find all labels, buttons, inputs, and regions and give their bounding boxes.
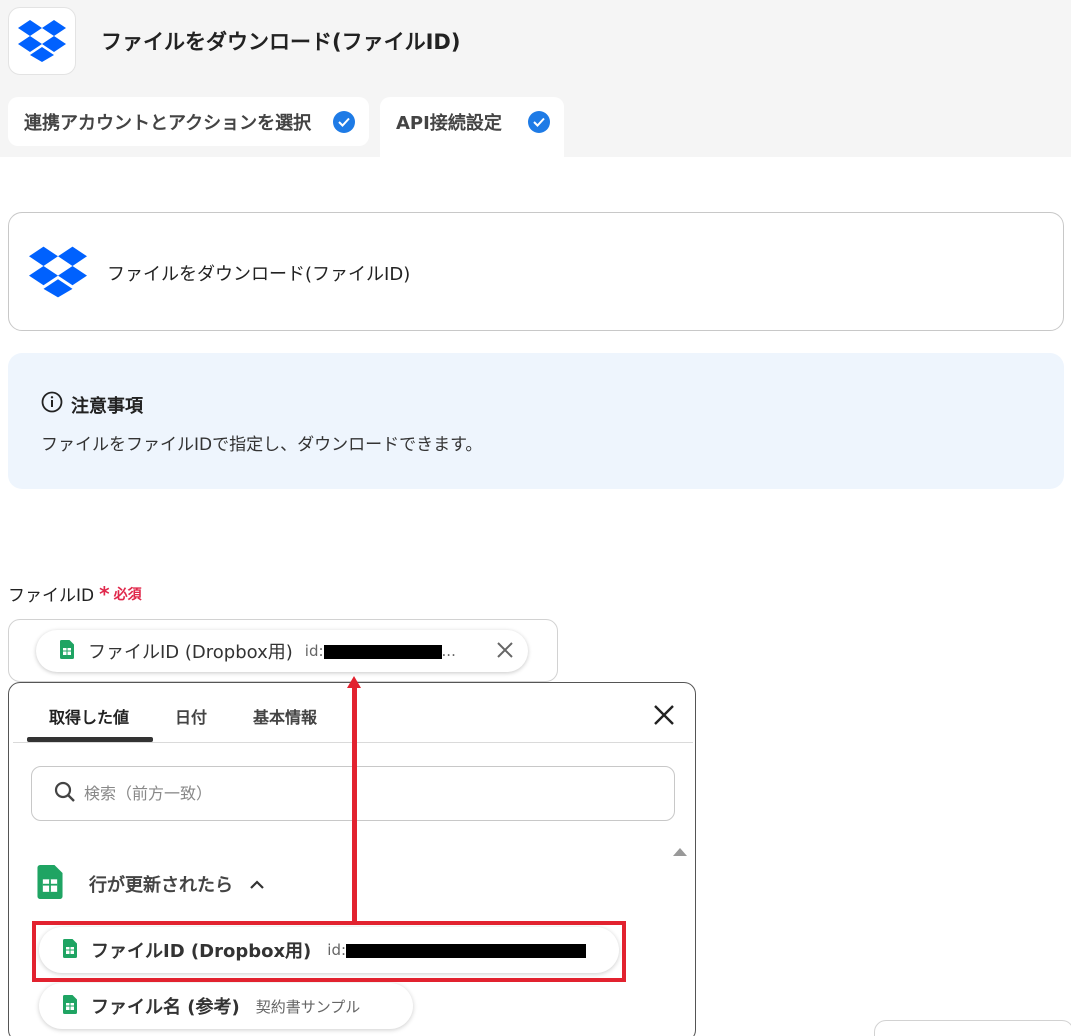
required-mark: * — [99, 581, 110, 606]
list-item[interactable]: ファイル名 (参考) 契約書サンプル — [39, 983, 413, 1029]
chip-value: id:... — [304, 642, 456, 660]
item-name: ファイル名 (参考) — [91, 997, 240, 1018]
tab-label: 連携アカウントとアクションを選択 — [24, 112, 312, 134]
dropbox-icon — [8, 7, 76, 75]
notice-body: ファイルをファイルIDで指定し、ダウンロードできます。 — [41, 435, 483, 455]
tab-account-action[interactable]: 連携アカウントとアクションを選択 — [8, 97, 369, 146]
check-circle-icon — [333, 110, 355, 133]
next-field-box[interactable] — [874, 1020, 1071, 1036]
item-value: 契約書サンプル — [255, 997, 361, 1016]
required-text: 必須 — [113, 586, 142, 603]
action-label: ファイルをダウンロード(ファイルID) — [107, 264, 411, 285]
top-bar: ファイルをダウンロード(ファイルID) 連携アカウントとアクションを選択 API… — [0, 0, 1071, 157]
value-chip[interactable]: ファイルID (Dropbox用) id:... — [36, 630, 528, 672]
dropbox-icon — [29, 246, 87, 302]
file-id-field[interactable]: ファイルID (Dropbox用) id:... — [8, 619, 558, 682]
action-card: ファイルをダウンロード(ファイルID) — [8, 212, 1064, 331]
chevron-up-icon[interactable] — [249, 875, 265, 894]
group-name: 行が更新されたら — [89, 875, 233, 896]
tab-api-settings[interactable]: API接続設定 — [380, 97, 564, 157]
search-input[interactable] — [84, 784, 644, 803]
close-icon[interactable] — [653, 704, 675, 730]
tab-label: API接続設定 — [396, 112, 502, 134]
close-icon[interactable] — [496, 641, 514, 663]
search-icon — [54, 781, 76, 807]
file-id-label: ファイルID * 必須 — [8, 581, 142, 607]
list-item[interactable]: ファイルID (Dropbox用) id: — [39, 927, 619, 973]
chip-name: ファイルID (Dropbox用) — [88, 642, 293, 663]
google-sheets-icon — [63, 938, 77, 962]
scroll-up-icon[interactable] — [673, 848, 687, 856]
group-header[interactable]: 行が更新されたら — [37, 865, 265, 903]
google-sheets-icon — [37, 865, 63, 903]
active-tab-indicator — [27, 737, 153, 742]
tab-date[interactable]: 日付 — [175, 704, 207, 728]
tab-basic-info[interactable]: 基本情報 — [253, 704, 317, 728]
info-icon — [41, 391, 63, 418]
annotation-arrow — [352, 684, 357, 922]
check-circle-icon — [528, 110, 550, 133]
annotation-arrow-head — [347, 676, 361, 688]
field-label-text: ファイルID — [8, 586, 95, 606]
notice-box: 注意事項 ファイルをファイルIDで指定し、ダウンロードできます。 — [8, 353, 1064, 489]
notice-title: 注意事項 — [71, 395, 143, 417]
google-sheets-icon — [63, 994, 77, 1018]
google-sheets-icon — [60, 639, 74, 663]
page-title: ファイルをダウンロード(ファイルID) — [101, 30, 461, 54]
item-name: ファイルID (Dropbox用) — [91, 941, 312, 962]
item-value: id: — [327, 941, 587, 959]
notice-heading: 注意事項 — [41, 391, 143, 418]
tab-acquired-values[interactable]: 取得した値 — [49, 704, 129, 728]
